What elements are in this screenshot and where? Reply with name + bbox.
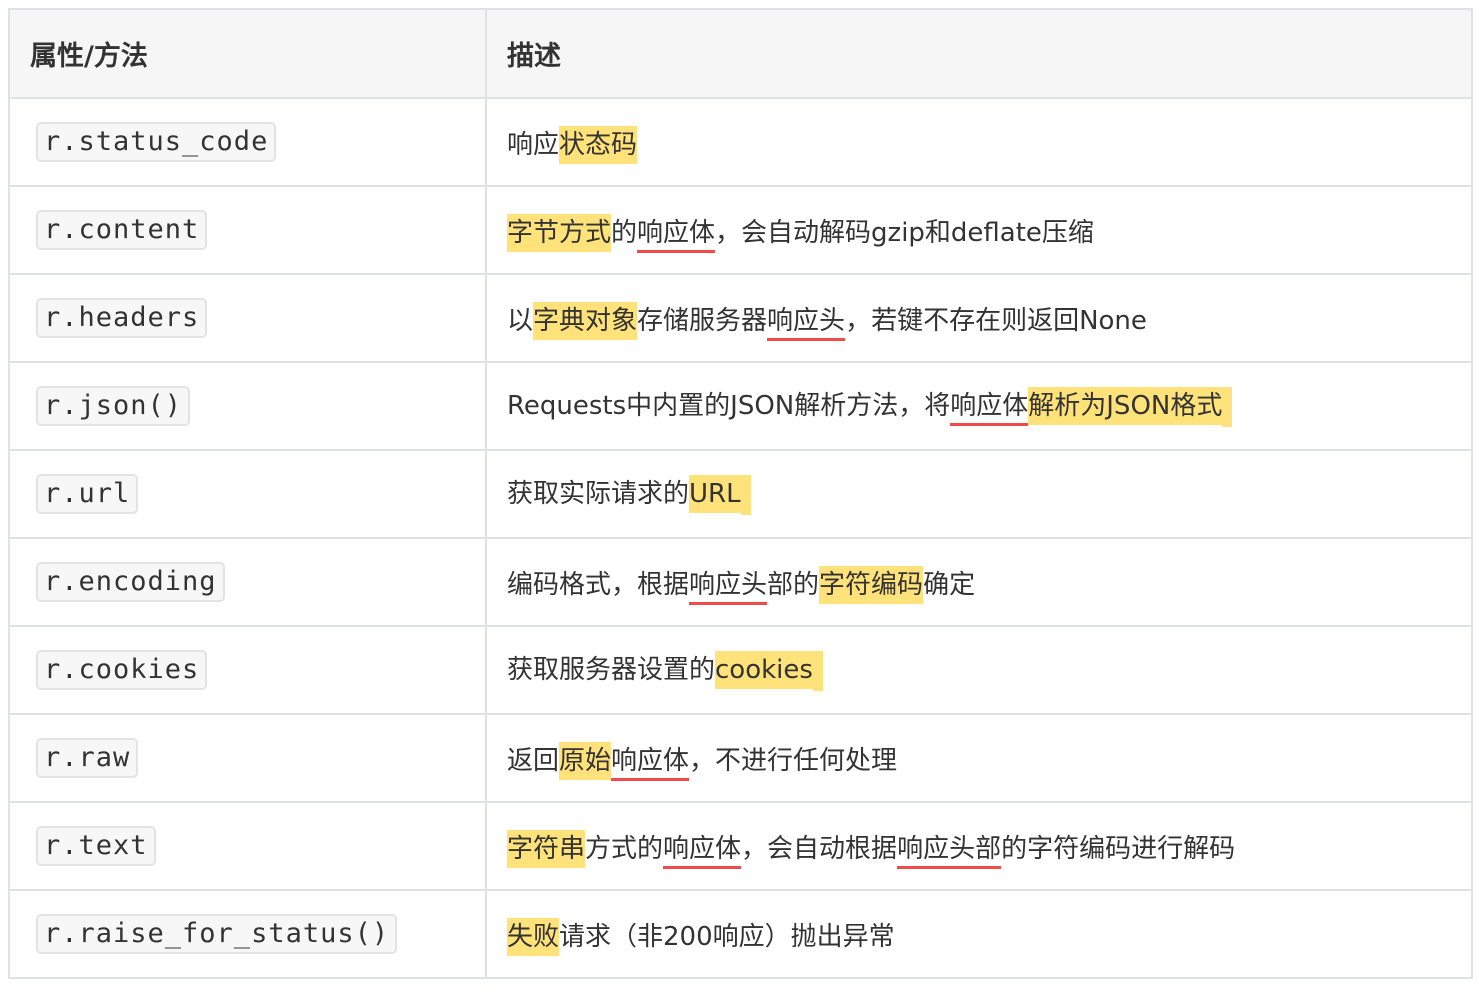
- description-cell: 获取服务器设置的cookies: [485, 625, 1473, 715]
- property-code: r.url: [36, 474, 139, 514]
- description-cell: 以字典对象存储服务器响应头，若键不存在则返回None: [485, 273, 1473, 363]
- underlined-text: 响应头部: [897, 833, 1002, 869]
- description-text: 以: [507, 305, 534, 336]
- property-code: r.encoding: [36, 562, 225, 602]
- property-cell: r.url: [8, 449, 487, 539]
- property-cell: r.raise_for_status(): [8, 889, 487, 979]
- description-text: 的字符编码进行解码: [1001, 833, 1236, 864]
- description-cell: 返回原始响应体，不进行任何处理: [485, 713, 1473, 803]
- highlight-tail: [1222, 386, 1233, 427]
- underlined-text: 响应体: [663, 833, 742, 869]
- description-text: 编码格式，根据: [507, 569, 690, 600]
- highlighted-text: 字符串: [507, 829, 586, 868]
- description-text: 获取服务器设置的: [507, 655, 716, 686]
- property-cell: r.content: [8, 185, 487, 275]
- table-row: r.content 字节方式的响应体，会自动解码gzip和deflate压缩: [8, 185, 1473, 275]
- property-code: r.json(): [36, 386, 191, 426]
- highlighted-text: URL: [689, 475, 741, 514]
- underlined-text: 响应头: [689, 569, 768, 605]
- property-code: r.content: [36, 210, 208, 250]
- description-cell: 失败请求（非200响应）抛出异常: [485, 889, 1473, 979]
- description-cell: 响应状态码: [485, 97, 1473, 187]
- highlighted-text: 字符编码: [819, 565, 924, 604]
- description-cell: 获取实际请求的URL: [485, 449, 1473, 539]
- underlined-text: 响应体: [950, 391, 1029, 427]
- highlight-tail: [740, 474, 751, 515]
- table-row: r.url 获取实际请求的URL: [8, 449, 1473, 539]
- property-cell: r.encoding: [8, 537, 487, 627]
- description-text: 部的: [767, 569, 820, 600]
- property-cell: r.text: [8, 801, 487, 891]
- description-text: ，会自动解码gzip和deflate压缩: [715, 217, 1094, 248]
- highlighted-text: 原始: [559, 741, 612, 780]
- highlighted-text: 解析为JSON格式: [1028, 387, 1223, 426]
- property-code: r.raw: [36, 738, 139, 778]
- table-row: r.cookies 获取服务器设置的cookies: [8, 625, 1473, 715]
- property-cell: r.headers: [8, 273, 487, 363]
- description-cell: 字符串方式的响应体，会自动根据响应头部的字符编码进行解码: [485, 801, 1473, 891]
- description-text: ，会自动根据: [741, 833, 898, 864]
- property-code: r.raise_for_status(): [36, 914, 398, 954]
- underlined-text: 响应头: [767, 305, 846, 341]
- description-text: 的: [611, 217, 638, 248]
- highlighted-text: 失败: [507, 917, 560, 956]
- property-code: r.status_code: [36, 122, 277, 162]
- api-table: 属性/方法 描述 r.status_code 响应状态码 r.content 字节方式…: [8, 8, 1473, 979]
- description-text: 存储服务器: [637, 305, 768, 336]
- property-code: r.headers: [36, 298, 208, 338]
- property-cell: r.cookies: [8, 625, 487, 715]
- property-code: r.text: [36, 826, 156, 866]
- underlined-text: 响应体: [637, 217, 716, 253]
- description-text: 响应: [507, 129, 560, 160]
- table-body: r.status_code 响应状态码 r.content 字节方式的响应体，会自动解…: [8, 97, 1473, 979]
- table-row: r.json() Requests中内置的JSON解析方法，将响应体解析为JSON…: [8, 361, 1473, 451]
- property-cell: r.raw: [8, 713, 487, 803]
- property-cell: r.json(): [8, 361, 487, 451]
- table-row: r.text 字符串方式的响应体，会自动根据响应头部的字符编码进行解码: [8, 801, 1473, 891]
- table-head: 属性/方法 描述: [8, 8, 1473, 99]
- description-cell: Requests中内置的JSON解析方法，将响应体解析为JSON格式: [485, 361, 1473, 451]
- description-text: 获取实际请求的: [507, 479, 690, 510]
- description-text: ，若键不存在则返回None: [845, 305, 1147, 336]
- property-cell: r.status_code: [8, 97, 487, 187]
- highlighted-text: cookies: [715, 651, 813, 690]
- description-text: 确定: [923, 569, 976, 600]
- description-text: Requests中内置的JSON解析方法，将: [507, 391, 951, 422]
- header-description: 描述: [485, 8, 1473, 99]
- table-row: r.headers 以字典对象存储服务器响应头，若键不存在则返回None: [8, 273, 1473, 363]
- table-row: r.raise_for_status() 失败请求（非200响应）抛出异常: [8, 889, 1473, 979]
- header-row: 属性/方法 描述: [8, 8, 1473, 99]
- underlined-text: 响应体: [611, 745, 690, 781]
- header-property: 属性/方法: [8, 8, 487, 99]
- description-cell: 字节方式的响应体，会自动解码gzip和deflate压缩: [485, 185, 1473, 275]
- description-text: 返回: [507, 745, 560, 776]
- description-text: 方式的: [585, 833, 664, 864]
- table-row: r.status_code 响应状态码: [8, 97, 1473, 187]
- table-row: r.raw 返回原始响应体，不进行任何处理: [8, 713, 1473, 803]
- highlighted-text: 字节方式: [507, 213, 612, 252]
- description-text: 请求（非200响应）抛出异常: [559, 921, 895, 952]
- highlighted-text: 状态码: [559, 125, 638, 164]
- highlighted-text: 字典对象: [533, 301, 638, 340]
- description-text: ，不进行任何处理: [689, 745, 898, 776]
- table-row: r.encoding 编码格式，根据响应头部的字符编码确定: [8, 537, 1473, 627]
- property-code: r.cookies: [36, 650, 208, 690]
- highlight-tail: [812, 650, 823, 691]
- description-cell: 编码格式，根据响应头部的字符编码确定: [485, 537, 1473, 627]
